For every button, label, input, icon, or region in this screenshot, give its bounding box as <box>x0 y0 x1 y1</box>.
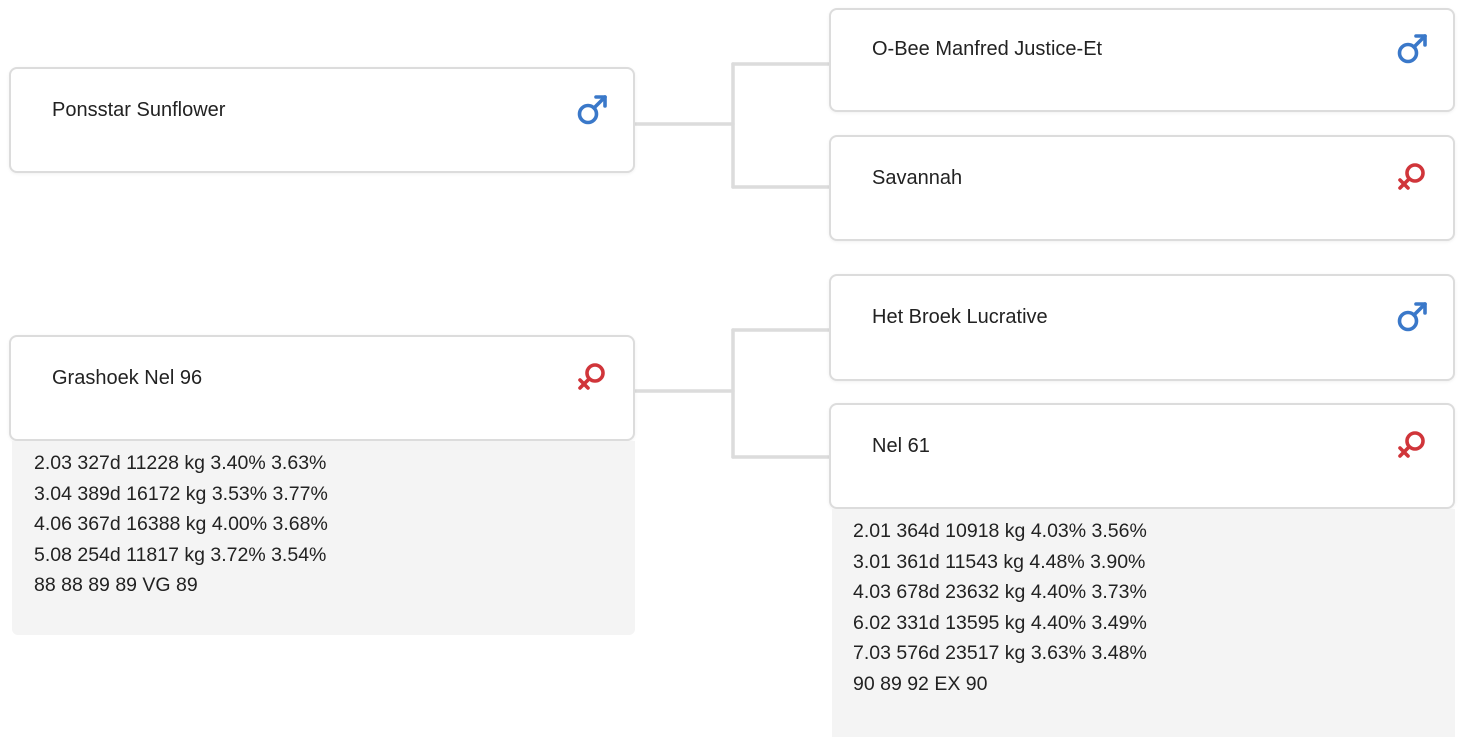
maternal-granddam-card[interactable]: Nel 61 <box>829 403 1455 509</box>
performance-line: 7.03 576d 23517 kg 3.63% 3.48% <box>853 642 1147 664</box>
performance-line: 4.03 678d 23632 kg 4.40% 3.73% <box>853 581 1147 603</box>
paternal-grandsire-name: O-Bee Manfred Justice-Et <box>872 38 1103 60</box>
paternal-grandsire-card[interactable]: O-Bee Manfred Justice-Et <box>829 8 1455 112</box>
sire-card[interactable]: Ponsstar Sunflower <box>9 67 635 173</box>
performance-line: 4.06 367d 16388 kg 4.00% 3.68% <box>34 513 328 535</box>
maternal-granddam-name: Nel 61 <box>872 435 930 457</box>
performance-line: 2.01 364d 10918 kg 4.03% 3.56% <box>853 520 1147 542</box>
sire-name: Ponsstar Sunflower <box>52 99 226 121</box>
female-icon <box>575 359 611 395</box>
performance-line: 2.03 327d 11228 kg 3.40% 3.63% <box>34 452 327 474</box>
male-icon <box>575 91 611 127</box>
male-icon <box>1395 30 1431 66</box>
performance-line: 90 89 92 EX 90 <box>853 672 988 695</box>
female-icon <box>1395 159 1431 195</box>
pedigree-view: { "colors": { "male": "#3a78c9", "female… <box>0 0 1459 737</box>
performance-line: 6.02 331d 13595 kg 4.40% 3.49% <box>853 611 1147 634</box>
performance-line: 5.08 254d 11817 kg 3.72% 3.54% <box>34 543 327 566</box>
paternal-granddam-card[interactable]: Savannah <box>829 135 1455 241</box>
performance-line: 88 88 89 89 VG 89 <box>34 574 198 596</box>
maternal-granddam-performance: 2.01 364d 10918 kg 4.03% 3.56% 3.01 361d… <box>832 509 1455 737</box>
performance-line: 3.01 361d 11543 kg 4.48% 3.90% <box>853 550 1146 573</box>
maternal-grandsire-name: Het Broek Lucrative <box>872 306 1048 328</box>
dam-card[interactable]: Grashoek Nel 96 <box>9 335 635 441</box>
performance-line: 3.04 389d 16172 kg 3.53% 3.77% <box>34 482 328 505</box>
paternal-granddam-name: Savannah <box>872 167 963 189</box>
maternal-grandsire-card[interactable]: Het Broek Lucrative <box>829 274 1455 381</box>
male-icon <box>1395 298 1431 334</box>
dam-performance: 2.03 327d 11228 kg 3.40% 3.63% 3.04 389d… <box>12 441 635 635</box>
dam-name: Grashoek Nel 96 <box>52 367 203 389</box>
female-icon <box>1395 427 1431 463</box>
